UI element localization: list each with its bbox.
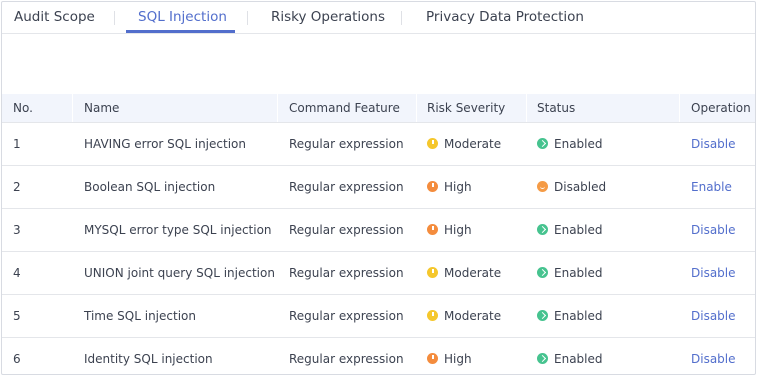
table-row: 2 Boolean SQL injection Regular expressi… <box>2 166 755 209</box>
command-feature: Regular expression <box>289 309 404 323</box>
command-feature: Regular expression <box>289 180 404 194</box>
moderate-risk-icon <box>427 138 438 149</box>
moderate-risk-icon <box>427 267 438 278</box>
row-number: 4 <box>13 266 21 280</box>
risk-severity-label: High <box>444 180 472 194</box>
tab-sql-injection[interactable]: SQL Injection <box>138 8 227 28</box>
tab-risky-operations[interactable]: Risky Operations <box>271 8 385 28</box>
row-number: 2 <box>13 180 21 194</box>
risk-severity: High <box>427 338 472 374</box>
table-row: 4 UNION joint query SQL injection Regula… <box>2 252 755 295</box>
column-header-risk-severity: Risk Severity <box>427 101 506 115</box>
column-header-no: No. <box>13 101 33 115</box>
status: Enabled <box>537 123 603 165</box>
table-row: 6 Identity SQL injection Regular express… <box>2 338 755 374</box>
tab-bar: Audit Scope SQL Injection Risky Operatio… <box>2 2 755 34</box>
moderate-risk-icon <box>427 310 438 321</box>
rule-name: UNION joint query SQL injection <box>84 266 275 280</box>
risk-severity: Moderate <box>427 295 501 337</box>
rule-name: Time SQL injection <box>84 309 196 323</box>
risk-severity-label: Moderate <box>444 309 502 323</box>
tab-divider <box>114 11 115 25</box>
enabled-status-icon <box>537 310 548 321</box>
high-risk-icon <box>427 181 438 192</box>
status-label: Disabled <box>554 180 607 194</box>
status: Disabled <box>537 166 606 208</box>
injection-rules-table: No. Name Command Feature Risk Severity S… <box>2 94 755 374</box>
enabled-status-icon <box>537 353 548 364</box>
column-divider <box>277 94 278 122</box>
row-number: 6 <box>13 352 21 366</box>
enabled-status-icon <box>537 267 548 278</box>
enable-link[interactable]: Enable <box>691 166 732 208</box>
column-header-command-feature: Command Feature <box>289 101 400 115</box>
disabled-status-icon <box>537 181 548 192</box>
column-header-name: Name <box>84 101 120 115</box>
column-divider <box>526 94 527 122</box>
disable-link[interactable]: Disable <box>691 252 736 294</box>
command-feature: Regular expression <box>289 352 404 366</box>
active-tab-indicator <box>126 30 235 33</box>
rule-name: HAVING error SQL injection <box>84 137 246 151</box>
status-label: Enabled <box>554 266 603 280</box>
row-number: 1 <box>13 137 21 151</box>
risk-severity: Moderate <box>427 123 501 165</box>
row-number: 3 <box>13 223 21 237</box>
table-header: No. Name Command Feature Risk Severity S… <box>2 94 755 123</box>
status: Enabled <box>537 338 603 374</box>
column-header-operation: Operation <box>691 101 751 115</box>
column-divider <box>416 94 417 122</box>
disable-link[interactable]: Disable <box>691 123 736 165</box>
disable-link[interactable]: Disable <box>691 295 736 337</box>
column-divider <box>679 94 680 122</box>
status: Enabled <box>537 295 603 337</box>
disable-link[interactable]: Disable <box>691 338 736 374</box>
sql-injection-panel: Audit Scope SQL Injection Risky Operatio… <box>1 1 756 375</box>
status-label: Enabled <box>554 352 603 366</box>
table-row: 5 Time SQL injection Regular expression … <box>2 295 755 338</box>
tab-divider <box>247 11 248 25</box>
status-label: Enabled <box>554 137 603 151</box>
rule-name: Identity SQL injection <box>84 352 213 366</box>
rule-name: Boolean SQL injection <box>84 180 216 194</box>
row-number: 5 <box>13 309 21 323</box>
command-feature: Regular expression <box>289 137 404 151</box>
risk-severity-label: High <box>444 223 472 237</box>
risk-severity-label: Moderate <box>444 137 502 151</box>
column-header-status: Status <box>537 101 576 115</box>
column-divider <box>72 94 73 122</box>
risk-severity: Moderate <box>427 252 501 294</box>
enabled-status-icon <box>537 138 548 149</box>
command-feature: Regular expression <box>289 223 404 237</box>
status-label: Enabled <box>554 223 603 237</box>
risk-severity-label: High <box>444 352 472 366</box>
tab-audit-scope[interactable]: Audit Scope <box>14 8 95 28</box>
risk-severity: High <box>427 166 472 208</box>
high-risk-icon <box>427 224 438 235</box>
rule-name: MYSQL error type SQL injection <box>84 223 272 237</box>
command-feature: Regular expression <box>289 266 404 280</box>
enabled-status-icon <box>537 224 548 235</box>
table-row: 1 HAVING error SQL injection Regular exp… <box>2 123 755 166</box>
status: Enabled <box>537 252 603 294</box>
high-risk-icon <box>427 353 438 364</box>
tab-privacy-data-protection[interactable]: Privacy Data Protection <box>426 8 584 28</box>
table-row: 3 MYSQL error type SQL injection Regular… <box>2 209 755 252</box>
risk-severity-label: Moderate <box>444 266 502 280</box>
status-label: Enabled <box>554 309 603 323</box>
status: Enabled <box>537 209 603 251</box>
risk-severity: High <box>427 209 472 251</box>
tab-divider <box>401 11 402 25</box>
disable-link[interactable]: Disable <box>691 209 736 251</box>
